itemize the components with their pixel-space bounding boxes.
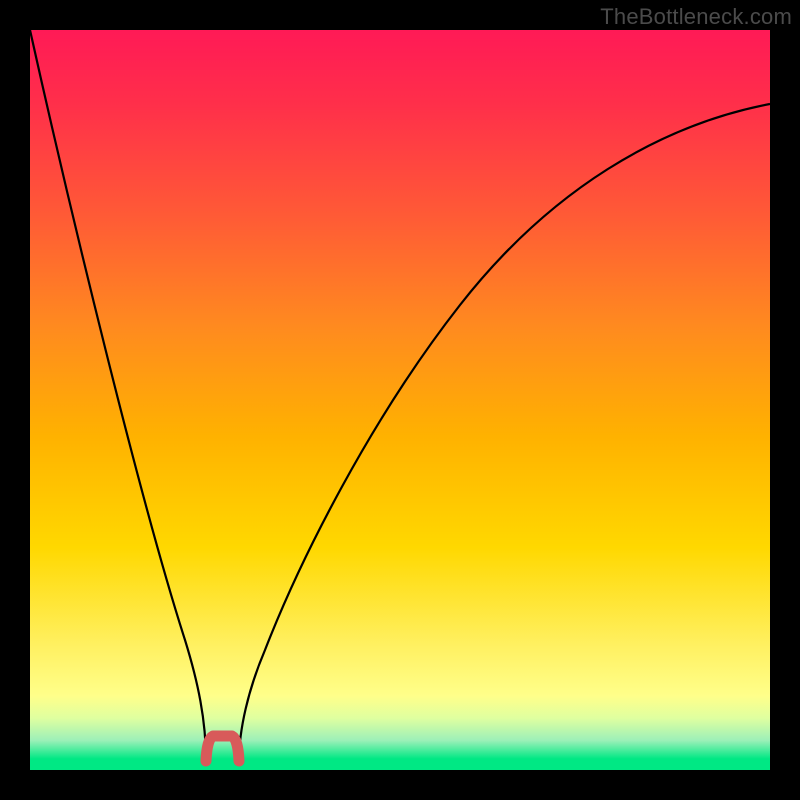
- gradient-plot-area: [30, 30, 770, 770]
- chart-frame: TheBottleneck.com: [0, 0, 800, 800]
- bottom-bump: [206, 736, 239, 761]
- curve-svg: [30, 30, 770, 770]
- watermark-text: TheBottleneck.com: [600, 4, 792, 30]
- curve-right-branch: [239, 104, 770, 761]
- curve-left-branch: [30, 30, 206, 761]
